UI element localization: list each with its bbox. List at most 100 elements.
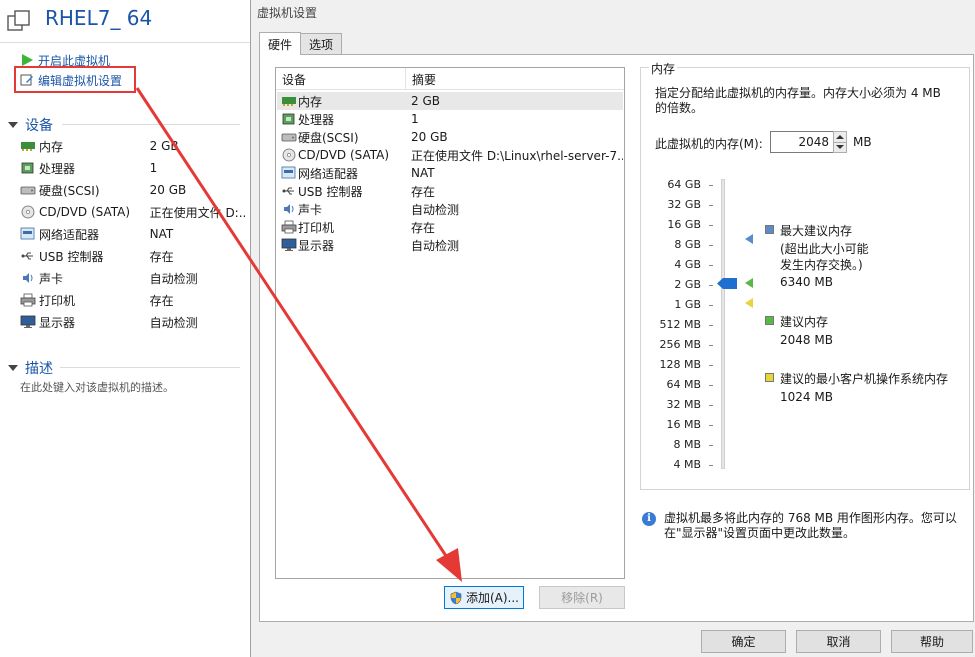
graphics-memory-note: 虚拟机最多将此内存的 768 MB 用作图形内存。您可以在"显示器"设置页面中更… (664, 511, 957, 540)
remove-hardware-button[interactable]: 移除(R) (539, 586, 625, 609)
device-summary: 20 GB (411, 130, 448, 144)
memory-scale-label: 256 MB (659, 338, 701, 351)
sidebar-device-value: 存在 (149, 293, 174, 308)
shield-icon (450, 591, 462, 604)
device-list-row[interactable]: 内存 2 GB (277, 92, 623, 110)
usb-icon (21, 252, 33, 260)
tab-options[interactable]: 选项 (300, 33, 343, 55)
max-legend-value: 6340 MB (780, 275, 833, 289)
memory-scale-tick (709, 245, 713, 246)
memory-input[interactable]: 2048 (770, 131, 834, 153)
spin-down-icon[interactable] (836, 145, 844, 149)
device-summary: 正在使用文件 D:\Linux\rhel-server-7... (411, 148, 623, 163)
device-name: 硬盘(SCSI) (298, 130, 359, 145)
sidebar-device-row[interactable]: CD/DVD (SATA) 正在使用文件 D:... (20, 202, 245, 222)
usb-icon (282, 187, 294, 195)
description-placeholder[interactable]: 在此处键入对该虚拟机的描述。 (20, 379, 174, 395)
cancel-button[interactable]: 取消 (796, 630, 881, 653)
memory-scale-tick (709, 305, 713, 306)
sidebar-device-value: 正在使用文件 D:... (149, 205, 245, 220)
network-icon (281, 166, 296, 179)
device-list-row[interactable]: 硬盘(SCSI) 20 GB (277, 128, 623, 146)
recommended-legend-label: 建议内存 (780, 315, 829, 329)
spin-up-icon[interactable] (836, 135, 844, 139)
sidebar-device-row[interactable]: USB 控制器 存在 (20, 246, 245, 266)
memory-scale-tick (709, 465, 713, 466)
device-list-row[interactable]: 处理器 1 (277, 110, 623, 128)
sidebar-device-value: 2 GB (149, 139, 179, 153)
memory-description: 指定分配给此虚拟机的内存量。内存大小必须为 4 MB 的倍数。 (655, 86, 941, 115)
memory-scale-tick (709, 345, 713, 346)
memory-group-label: 内存 (649, 60, 678, 77)
sidebar-device-row[interactable]: 处理器 1 (20, 158, 245, 178)
memory-scale-label: 32 GB (667, 198, 701, 211)
cdrom-icon (282, 148, 296, 162)
memory-group: 内存 指定分配给此虚拟机的内存量。内存大小必须为 4 MB 的倍数。 此虚拟机的… (640, 60, 970, 490)
divider (62, 124, 240, 125)
sidebar-device-name: 硬盘(SCSI) (39, 183, 100, 198)
add-button-label: 添加(A)... (465, 591, 520, 605)
sidebar-device-value: NAT (149, 227, 174, 241)
sidebar-device-row[interactable]: 打印机 存在 (20, 290, 245, 310)
column-header-device[interactable]: 设备 (276, 68, 406, 90)
memory-scale-label: 1 GB (674, 298, 701, 311)
sidebar-device-name: 处理器 (39, 161, 76, 176)
sidebar-device-row[interactable]: 网络适配器 NAT (20, 224, 245, 244)
device-name: 显示器 (298, 238, 335, 253)
device-summary: 2 GB (411, 94, 440, 108)
add-hardware-button[interactable]: 添加(A)... (444, 586, 524, 609)
sidebar-device-value: 20 GB (149, 183, 187, 197)
devices-heading: 设备 (25, 118, 53, 134)
play-icon (22, 54, 33, 66)
memory-scale-label: 512 MB (659, 318, 701, 331)
list-header: 设备 摘要 (276, 68, 624, 90)
device-name: USB 控制器 (298, 184, 363, 199)
device-list-row[interactable]: CD/DVD (SATA) 正在使用文件 D:\Linux\rhel-server… (277, 146, 623, 164)
display-icon (20, 315, 36, 328)
memory-scale-label: 64 MB (666, 378, 701, 391)
device-name: 处理器 (298, 112, 335, 127)
device-list-row[interactable]: 打印机 存在 (277, 218, 623, 236)
sidebar-device-row[interactable]: 声卡 自动检测 (20, 268, 245, 288)
tab-hardware[interactable]: 硬件 (259, 32, 302, 55)
sidebar-device-name: 内存 (39, 139, 64, 154)
memory-spinner[interactable] (833, 131, 847, 153)
vm-settings-dialog: 虚拟机设置 硬件 选项 设备 摘要 内存 2 GB 处理器 1 硬盘(SCSI) 20 G… (250, 0, 975, 657)
divider (60, 367, 240, 368)
divider (0, 42, 250, 43)
help-button[interactable]: 帮助 (891, 630, 973, 653)
memory-scale-label: 8 GB (674, 238, 701, 251)
sidebar-device-row[interactable]: 硬盘(SCSI) 20 GB (20, 180, 245, 200)
device-list-row[interactable]: USB 控制器 存在 (277, 182, 623, 200)
sidebar-device-name: 显示器 (39, 315, 76, 330)
sidebar-device-name: 网络适配器 (39, 227, 100, 242)
sidebar-device-row[interactable]: 内存 2 GB (20, 136, 245, 156)
device-summary: 自动检测 (411, 202, 460, 217)
memory-slider-thumb[interactable] (717, 278, 737, 289)
device-list-row[interactable]: 显示器 自动检测 (277, 236, 623, 254)
memory-scale-label: 16 GB (667, 218, 701, 231)
printer-icon (20, 293, 36, 307)
device-list-row[interactable]: 声卡 自动检测 (277, 200, 623, 218)
memory-scale-tick (709, 205, 713, 206)
memory-slider-track[interactable] (721, 179, 725, 469)
device-list-row[interactable]: 网络适配器 NAT (277, 164, 623, 182)
ok-button[interactable]: 确定 (701, 630, 786, 653)
sidebar-device-row[interactable]: 显示器 自动检测 (20, 312, 245, 332)
column-header-summary[interactable]: 摘要 (406, 68, 436, 90)
device-name: 打印机 (298, 220, 335, 235)
device-name: CD/DVD (SATA) (298, 148, 390, 162)
devices-section-toggle[interactable]: 设备 (8, 115, 53, 135)
vm-title: RHEL7_ 64 (45, 6, 153, 30)
device-list[interactable]: 设备 摘要 内存 2 GB 处理器 1 硬盘(SCSI) 20 GB CD/DVD (SAT… (275, 67, 625, 579)
cdrom-icon (21, 205, 35, 219)
vm-icon (7, 10, 30, 31)
device-summary: 自动检测 (411, 238, 460, 253)
memory-scale-label: 64 GB (667, 178, 701, 191)
device-name: 内存 (298, 94, 323, 109)
tab-bar: 硬件 选项 (259, 32, 343, 55)
description-section-toggle[interactable]: 描述 (8, 358, 53, 378)
display-icon (281, 238, 297, 251)
memory-unit: MB (853, 135, 872, 149)
memory-icon (282, 97, 296, 106)
